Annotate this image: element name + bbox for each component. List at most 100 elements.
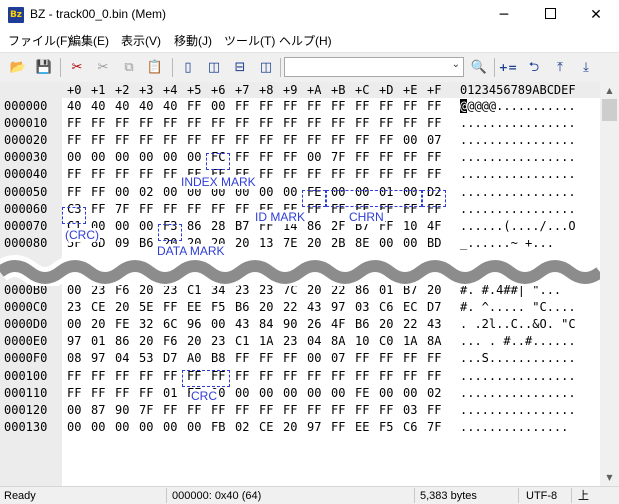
hex-byte-cell[interactable]: 00 [403,235,417,251]
hex-byte-cell[interactable]: 43 [427,316,441,332]
hex-byte-cell[interactable]: FF [427,149,441,165]
hex-byte-cell[interactable]: FF [91,115,105,131]
hex-byte-cell[interactable]: 00 [379,235,393,251]
hex-byte-cell[interactable]: 86 [187,218,201,234]
ascii-cell[interactable]: ... . #..#...... [460,333,576,349]
hex-byte-cell[interactable]: FF [115,132,129,148]
ascii-cell[interactable]: ............... [460,419,576,435]
hex-byte-cell[interactable]: B8 [211,350,225,366]
hex-byte-cell[interactable]: F6 [163,333,177,349]
hex-byte-cell[interactable]: C6 [403,419,417,435]
hex-byte-cell[interactable]: 08 [67,350,81,366]
hex-byte-cell[interactable]: FF [115,368,129,384]
hex-byte-cell[interactable]: 20 [379,316,393,332]
hex-byte-cell[interactable]: FF [331,132,345,148]
hex-byte-cell[interactable]: FF [91,385,105,401]
hex-byte-cell[interactable]: 00 [283,184,297,200]
hex-byte-cell[interactable]: FF [331,368,345,384]
hex-byte-cell[interactable]: 5E [139,299,153,315]
hex-byte-cell[interactable]: FF [163,201,177,217]
hex-view[interactable]: +0 +1 +2 +3 +4 +5 +6 +7 +8 +9 +A +B +C +D +E +F 01234567… [0,82,600,486]
hex-byte-cell[interactable]: 00 [379,385,393,401]
hex-byte-cell[interactable]: FF [379,132,393,148]
hex-byte-cell[interactable]: 8A [331,333,345,349]
hex-byte-cell[interactable]: FF [379,115,393,131]
open-icon[interactable]: 📂 [7,57,29,79]
hex-byte-cell[interactable]: EE [355,419,369,435]
hex-byte-cell[interactable]: 6C [163,316,177,332]
hex-byte-cell[interactable]: FB [211,419,225,435]
hex-byte-cell[interactable]: FF [259,368,273,384]
hex-byte-cell[interactable]: 10 [403,218,417,234]
hex-byte-cell[interactable]: 00 [307,385,321,401]
hex-byte-cell[interactable]: FF [115,166,129,182]
scroll-up-icon[interactable]: ▲ [600,82,619,99]
hex-byte-cell[interactable]: 00 [91,419,105,435]
hex-byte-cell[interactable]: 07 [331,350,345,366]
hex-byte-cell[interactable]: FF [211,132,225,148]
hex-byte-cell[interactable]: FF [163,115,177,131]
hex-byte-cell[interactable]: 40 [91,98,105,114]
hex-byte-cell[interactable]: 00 [283,385,297,401]
hex-byte-cell[interactable]: 7F [331,149,345,165]
chevron-down-icon[interactable]: ⌄ [452,59,460,70]
hex-byte-cell[interactable]: FF [307,98,321,114]
hex-byte-cell[interactable]: FF [115,115,129,131]
hex-byte-cell[interactable]: FF [67,166,81,182]
hex-byte-cell[interactable]: 00 [403,132,417,148]
hex-byte-cell[interactable]: 26 [307,316,321,332]
hex-byte-cell[interactable]: FF [187,115,201,131]
hex-byte-cell[interactable]: 10 [355,333,369,349]
hex-byte-cell[interactable]: 20 [307,235,321,251]
hex-byte-cell[interactable]: FF [211,201,225,217]
hex-byte-cell[interactable]: 40 [163,98,177,114]
menu-tools[interactable]: ツール(T) [224,33,275,49]
hex-byte-cell[interactable]: FF [163,132,177,148]
vertical-scrollbar[interactable]: ▲ ▼ [600,82,619,486]
hex-byte-cell[interactable]: 01 [163,385,177,401]
hex-byte-cell[interactable]: 97 [331,299,345,315]
hex-byte-cell[interactable]: FF [67,184,81,200]
hex-byte-cell[interactable]: 03 [403,402,417,418]
hex-byte-cell[interactable]: 00 [67,316,81,332]
hex-byte-cell[interactable]: 97 [91,350,105,366]
hex-byte-cell[interactable]: FF [283,350,297,366]
hex-byte-cell[interactable]: FF [67,368,81,384]
hex-byte-cell[interactable]: EE [187,299,201,315]
hex-byte-cell[interactable]: FE [115,316,129,332]
hex-byte-cell[interactable]: 00 [235,385,249,401]
hex-byte-cell[interactable]: B7 [235,218,249,234]
hex-byte-cell[interactable]: 40 [139,98,153,114]
hex-byte-cell[interactable]: FF [67,115,81,131]
hex-byte-cell[interactable]: FF [307,402,321,418]
hex-byte-cell[interactable]: 43 [235,316,249,332]
hex-byte-cell[interactable]: 04 [115,350,129,366]
hex-byte-cell[interactable]: 43 [307,299,321,315]
hex-byte-cell[interactable]: 00 [115,184,129,200]
scroll-thumb[interactable] [602,99,617,121]
hex-byte-cell[interactable]: FF [331,419,345,435]
hex-byte-cell[interactable]: BD [427,235,441,251]
ascii-cell[interactable]: ................ [460,132,576,148]
hex-byte-cell[interactable]: 00 [307,149,321,165]
find-icon[interactable]: 🔍 [468,57,490,79]
ascii-cell[interactable]: ................ [460,368,576,384]
status-encoding[interactable]: UTF-8 [526,489,557,503]
hex-byte-cell[interactable]: 00 [187,149,201,165]
hex-byte-cell[interactable]: 20 [187,333,201,349]
hex-byte-cell[interactable]: FF [355,115,369,131]
hex-byte-cell[interactable]: 1A [259,333,273,349]
hex-byte-cell[interactable]: 8A [427,333,441,349]
hex-byte-cell[interactable]: EC [403,299,417,315]
view-horizontal-split-icon[interactable]: ⊟ [229,57,251,79]
hex-byte-cell[interactable]: F5 [379,419,393,435]
hex-byte-cell[interactable]: FF [403,149,417,165]
hex-byte-cell[interactable]: 00 [211,98,225,114]
cut-mark-icon[interactable]: ✂ [66,57,88,79]
hex-byte-cell[interactable]: FF [331,98,345,114]
hex-byte-cell[interactable]: 00 [307,350,321,366]
hex-byte-cell[interactable]: FF [235,98,249,114]
ascii-cell[interactable]: ................ [460,149,576,165]
hex-byte-cell[interactable]: FF [379,368,393,384]
hex-byte-cell[interactable]: 86 [307,218,321,234]
